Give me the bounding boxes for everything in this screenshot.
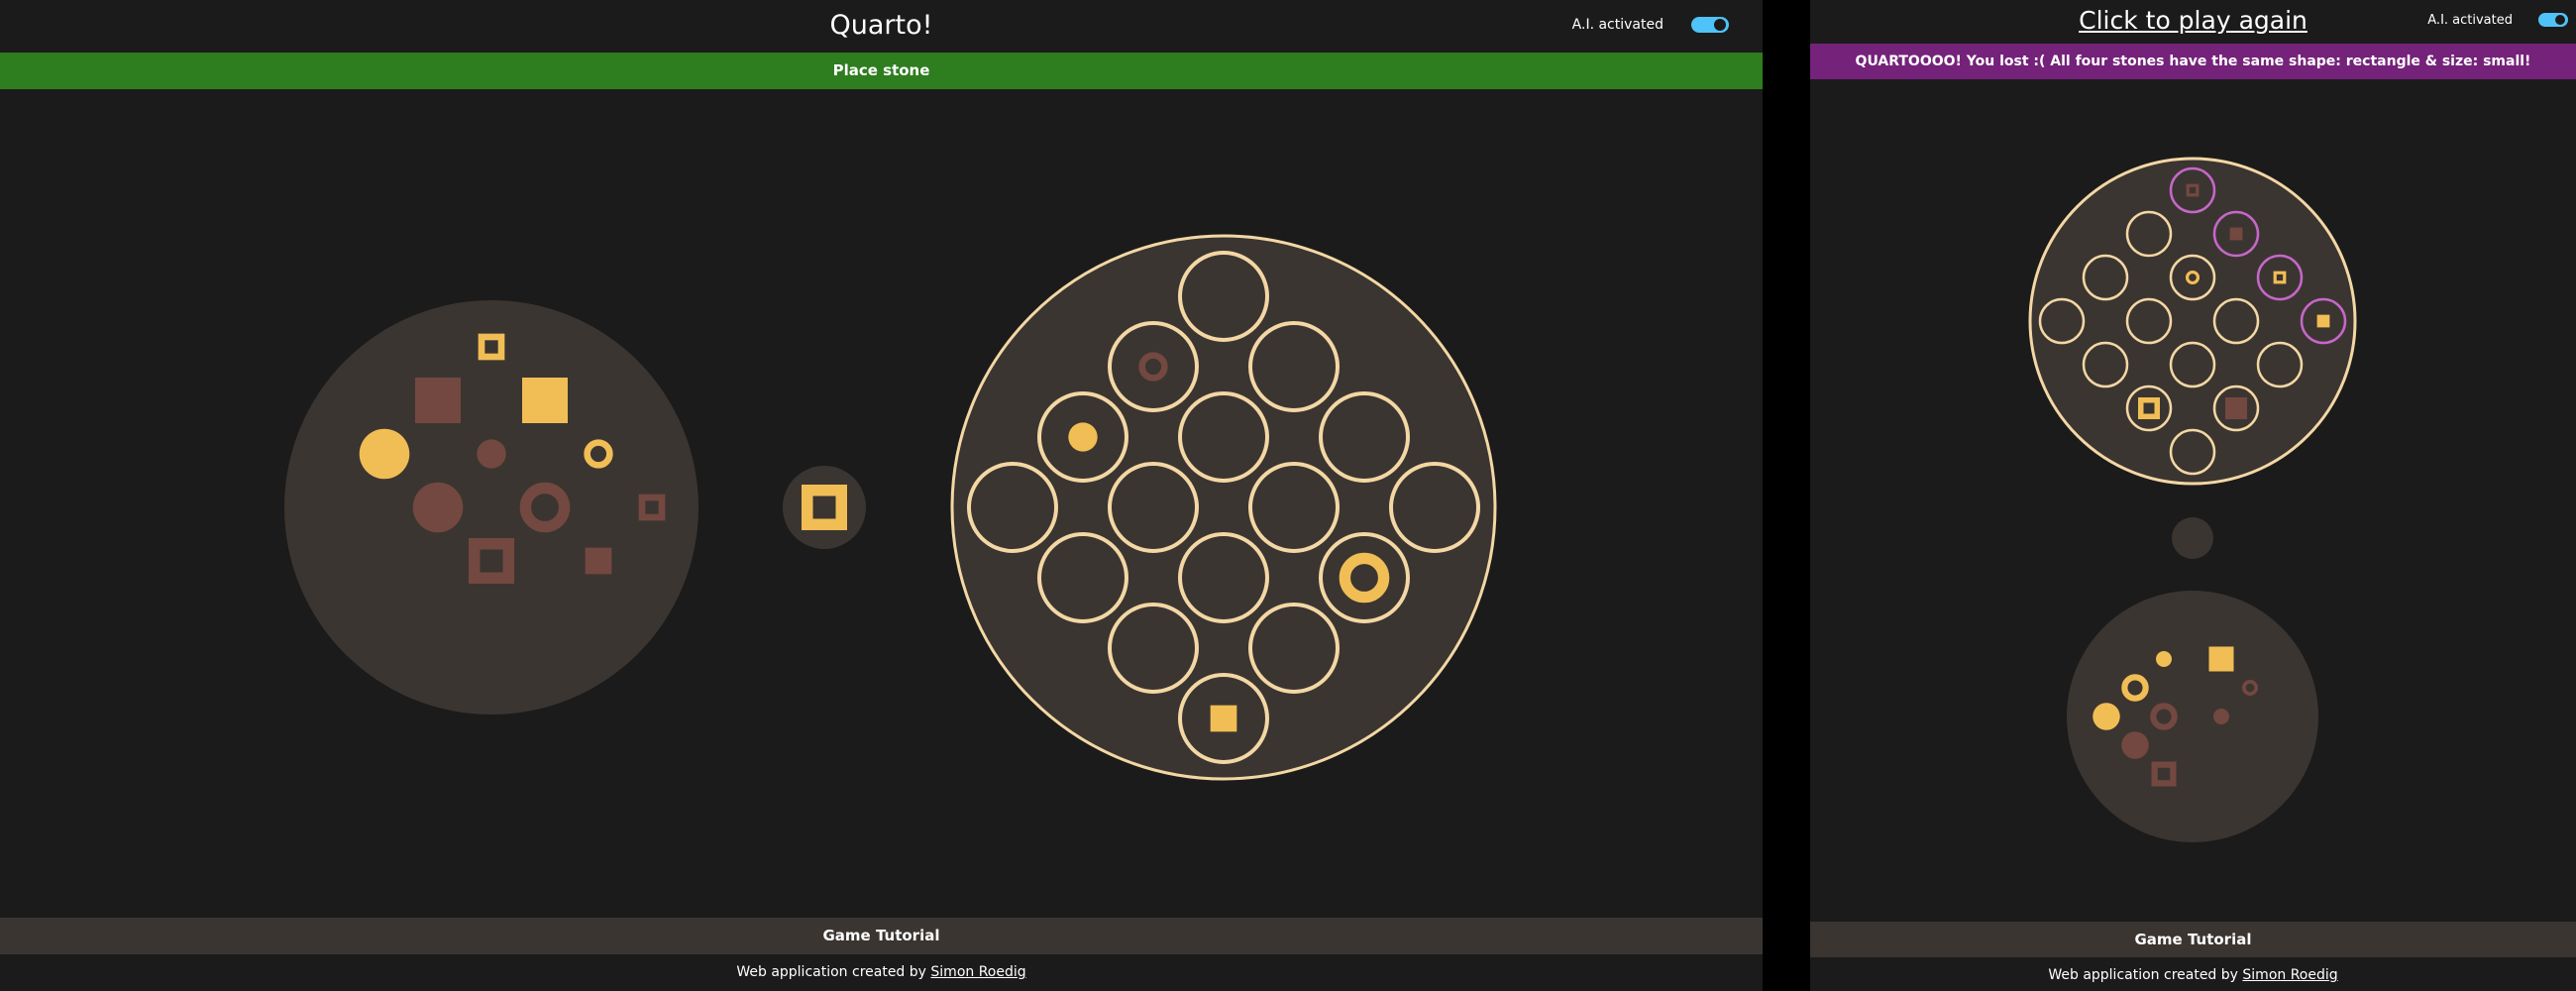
dark-square-large-solid-piece[interactable] <box>415 378 461 423</box>
piece-shape <box>2093 703 2120 730</box>
dark-circle-small-solid-piece[interactable] <box>477 439 506 469</box>
light-square-large-solid-piece[interactable] <box>2208 646 2234 672</box>
dark-square-small-solid-piece <box>2229 227 2243 241</box>
credits-text: Web application created by <box>2048 967 2238 983</box>
author-link[interactable]: Simon Roedig <box>2242 967 2337 983</box>
selected-piece-slot <box>783 466 866 549</box>
light-square-small-solid-piece <box>2316 314 2330 328</box>
piece-shape <box>1210 705 1237 732</box>
author-link[interactable]: Simon Roedig <box>930 964 1025 980</box>
piece-shape <box>477 439 506 469</box>
piece-shape <box>2213 709 2229 724</box>
credits-text: Web application created by <box>736 964 926 980</box>
light-square-small-solid-piece <box>1210 705 1237 732</box>
piece-shape <box>2208 646 2234 672</box>
game-tutorial-button[interactable]: Game Tutorial <box>0 918 1763 954</box>
light-circle-small-solid-piece[interactable] <box>2156 651 2172 667</box>
dark-circle-small-solid-piece[interactable] <box>2213 709 2229 724</box>
game-tutorial-button[interactable]: Game Tutorial <box>1810 922 2576 957</box>
piece-pool <box>284 300 698 715</box>
light-circle-large-solid-piece[interactable] <box>359 428 410 480</box>
dark-square-large-solid-piece <box>2225 397 2247 419</box>
piece-shape <box>412 482 464 533</box>
dark-square-small-solid-piece[interactable] <box>585 547 612 575</box>
piece-shape <box>2156 651 2172 667</box>
game-board <box>950 234 1497 781</box>
piece-shape <box>2316 314 2330 328</box>
game-screen-right: Click to play again A.I. activated QUART… <box>1810 0 2576 991</box>
piece-shape <box>359 428 410 480</box>
piece-shape <box>2229 227 2243 241</box>
credits: Web application created by Simon Roedig <box>0 964 1763 980</box>
piece-shape <box>1068 422 1098 452</box>
light-circle-small-solid-piece <box>1068 422 1098 452</box>
piece-shape <box>2225 397 2247 419</box>
piece-shape <box>522 378 568 423</box>
piece-shape <box>415 378 461 423</box>
game-screen-left: Quarto! A.I. activated Place stone Game … <box>0 0 1763 991</box>
light-circle-large-solid-piece[interactable] <box>2093 703 2120 730</box>
light-square-large-solid-piece[interactable] <box>522 378 568 423</box>
piece-shape <box>2121 731 2149 759</box>
game-board <box>2028 157 2357 486</box>
dark-circle-large-solid-piece[interactable] <box>412 482 464 533</box>
game-area <box>284 234 1497 781</box>
game-area <box>2028 157 2357 842</box>
credits: Web application created by Simon Roedig <box>1810 967 2576 983</box>
dark-circle-large-solid-piece[interactable] <box>2121 731 2149 759</box>
selected-piece-slot <box>2172 517 2213 559</box>
piece-shape <box>585 547 612 575</box>
